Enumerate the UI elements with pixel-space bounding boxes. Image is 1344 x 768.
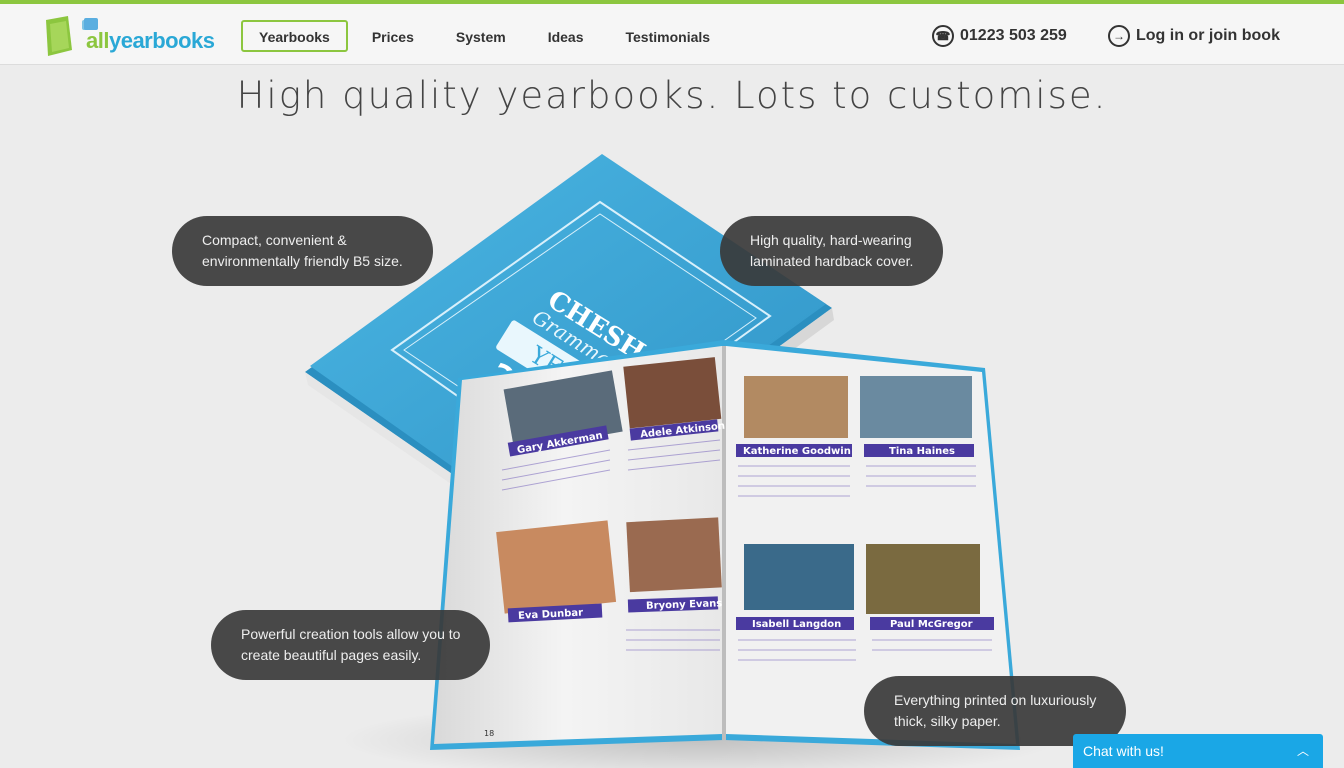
- login-link[interactable]: → Log in or join book: [1108, 25, 1280, 47]
- callout-tools: Powerful creation tools allow you to cre…: [211, 610, 491, 680]
- nav-testimonials[interactable]: Testimonials: [608, 20, 729, 52]
- site-header: allyearbooks Yearbooks Prices System Ide…: [0, 4, 1344, 65]
- page-headline: High quality yearbooks. Lots to customis…: [236, 74, 1108, 117]
- main-nav: Yearbooks Prices System Ideas Testimonia…: [241, 20, 734, 54]
- callout-paper-line: thick, silky paper.: [894, 713, 1001, 729]
- page-number: 18: [484, 729, 494, 738]
- student-name: Katherine Goodwin: [743, 446, 851, 457]
- student-name: Isabell Langdon: [752, 619, 841, 630]
- phone-icon: ☎: [932, 25, 954, 47]
- callout-cover-line: High quality, hard-wearing: [750, 232, 912, 248]
- chevron-up-icon[interactable]: ︿: [1297, 734, 1309, 768]
- logo-prefix: all: [86, 28, 109, 53]
- chat-widget[interactable]: Chat with us! ︿: [1073, 734, 1323, 768]
- callout-size-line: environmentally friendly B5 size.: [202, 253, 403, 269]
- student-name: Tina Haines: [889, 446, 955, 457]
- phone-number: 01223 503 259: [960, 27, 1067, 44]
- callout-tools-line: create beautiful pages easily.: [241, 647, 422, 663]
- nav-system[interactable]: System: [438, 20, 524, 52]
- nav-prices[interactable]: Prices: [354, 20, 432, 52]
- callout-tools-line: Powerful creation tools allow you to: [241, 626, 461, 642]
- login-arrow-icon: →: [1108, 25, 1130, 47]
- student-name: Paul McGregor: [890, 619, 973, 630]
- site-logo[interactable]: allyearbooks: [38, 10, 215, 62]
- callout-cover-line: laminated hardback cover.: [750, 253, 914, 269]
- callout-paper-line: Everything printed on luxuriously: [894, 692, 1097, 708]
- callout-size-line: Compact, convenient &: [202, 232, 347, 248]
- login-label: Log in or join book: [1136, 27, 1280, 44]
- hero-scene: CHESHAM Grammar School YEARBO 201: [0, 140, 1344, 768]
- callout-cover: High quality, hard-wearing laminated har…: [720, 216, 944, 286]
- chat-label: Chat with us!: [1083, 743, 1164, 759]
- logo-suffix: yearbooks: [108, 28, 215, 53]
- logo-wordmark: allyearbooks: [86, 28, 215, 54]
- phone-link[interactable]: ☎ 01223 503 259: [932, 25, 1067, 47]
- nav-yearbooks[interactable]: Yearbooks: [241, 20, 348, 52]
- nav-ideas[interactable]: Ideas: [530, 20, 602, 52]
- callout-size: Compact, convenient & environmentally fr…: [172, 216, 433, 286]
